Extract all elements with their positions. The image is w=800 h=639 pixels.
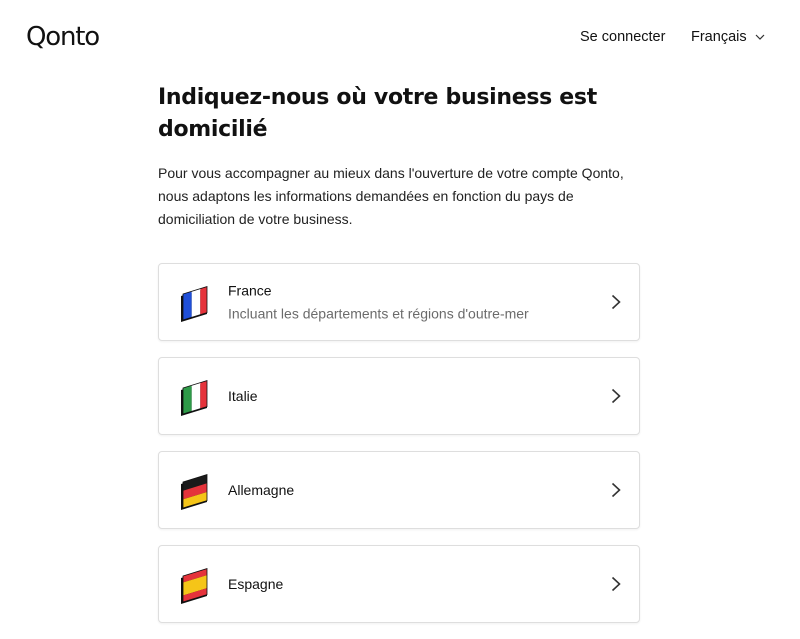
chevron-right-icon xyxy=(611,482,621,498)
country-name: Italie xyxy=(228,388,258,404)
country-name: Espagne xyxy=(228,576,284,592)
language-label: Français xyxy=(691,29,747,45)
top-header: Qonto Se connecter Français xyxy=(0,0,800,76)
country-card-spain[interactable]: Espagne xyxy=(158,545,640,623)
chevron-right-icon xyxy=(611,388,621,404)
login-link[interactable]: Se connecter xyxy=(580,29,665,45)
country-name: France xyxy=(228,282,272,299)
chevron-right-icon xyxy=(611,294,621,310)
spain-flag-icon xyxy=(179,566,209,604)
country-list: France Incluant les départements et régi… xyxy=(158,263,640,623)
chevron-down-icon xyxy=(755,34,765,40)
country-card-germany[interactable]: Allemagne xyxy=(158,451,640,529)
language-selector[interactable]: Français xyxy=(691,29,765,45)
germany-flag-icon xyxy=(179,472,209,510)
page-title: Indiquez-nous où votre business est domi… xyxy=(158,85,597,142)
qonto-logo[interactable]: Qonto xyxy=(26,22,100,52)
country-name: Allemagne xyxy=(228,482,295,498)
country-subtitle: Incluant les départements et régions d'o… xyxy=(228,305,529,322)
country-card-france[interactable]: France Incluant les départements et régi… xyxy=(158,263,640,341)
country-card-italy[interactable]: Italie xyxy=(158,357,640,435)
intro-text: Pour vous accompagner au mieux dans l'ou… xyxy=(158,165,624,227)
italy-flag-icon xyxy=(179,378,209,416)
main-content: Indiquez-nous où votre business est domi… xyxy=(158,82,640,639)
chevron-right-icon xyxy=(611,576,621,592)
france-flag-icon xyxy=(179,284,209,322)
